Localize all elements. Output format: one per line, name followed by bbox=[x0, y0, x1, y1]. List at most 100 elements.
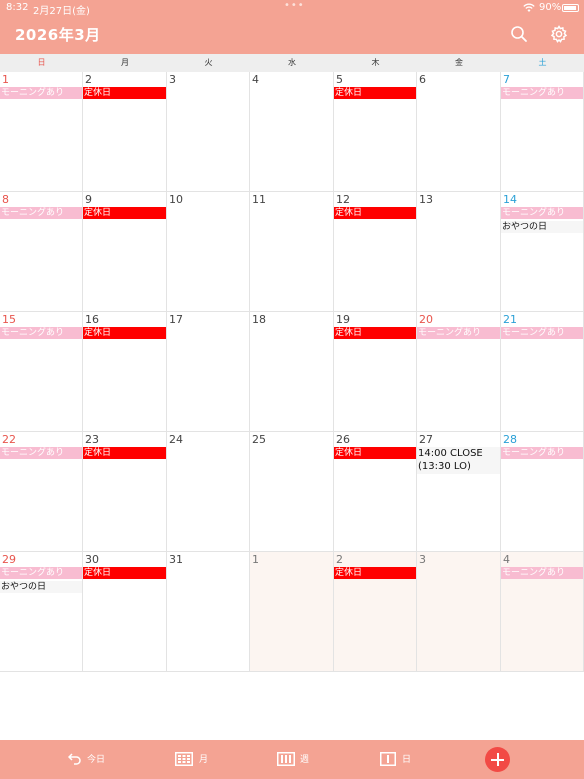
weekday-label: 土 bbox=[538, 58, 547, 67]
day-view-icon bbox=[380, 752, 396, 766]
event-morning[interactable]: モーニングあり bbox=[0, 87, 82, 99]
event-closed-day[interactable]: 定休日 bbox=[334, 87, 416, 99]
event-morning[interactable]: モーニングあり bbox=[501, 567, 583, 579]
event-closed-day[interactable]: 定休日 bbox=[83, 447, 166, 459]
day-number: 16 bbox=[85, 313, 99, 326]
calendar-day-cell[interactable]: 12 定休日 bbox=[334, 192, 417, 312]
event-morning[interactable]: モーニングあり bbox=[501, 447, 583, 459]
calendar-day-cell[interactable]: 2 定休日 bbox=[83, 72, 167, 192]
tab-day[interactable]: 日 bbox=[380, 751, 420, 769]
tab-month[interactable]: 月 bbox=[175, 751, 215, 769]
day-number: 13 bbox=[419, 193, 433, 206]
calendar-day-cell[interactable]: 11 bbox=[250, 192, 334, 312]
event-closed-day[interactable]: 定休日 bbox=[334, 567, 416, 579]
calendar-day-cell[interactable]: 28 モーニングあり bbox=[501, 432, 584, 552]
day-number: 9 bbox=[85, 193, 92, 206]
weekday-label: 火 bbox=[204, 58, 213, 67]
calendar-day-cell[interactable]: 16 定休日 bbox=[83, 312, 167, 432]
calendar-day-cell[interactable]: 21 モーニングあり bbox=[501, 312, 584, 432]
day-number: 15 bbox=[2, 313, 16, 326]
day-number: 2 bbox=[85, 73, 92, 86]
calendar-day-cell[interactable]: 24 bbox=[167, 432, 250, 552]
event-item[interactable]: おやつの日 bbox=[501, 221, 583, 233]
day-number: 14 bbox=[503, 193, 517, 206]
search-icon[interactable] bbox=[509, 24, 529, 44]
calendar-day-cell[interactable]: 20 モーニングあり bbox=[417, 312, 501, 432]
weekday-header: 日月火水木金土 bbox=[0, 54, 584, 72]
event-closed-day[interactable]: 定休日 bbox=[83, 207, 166, 219]
event-item[interactable]: 14:00 CLOSE (13:30 LO) bbox=[417, 447, 500, 474]
event-closed-day[interactable]: 定休日 bbox=[334, 207, 416, 219]
calendar-day-cell[interactable]: 1 bbox=[250, 552, 334, 672]
calendar-day-cell[interactable]: 2 定休日 bbox=[334, 552, 417, 672]
event-morning[interactable]: モーニングあり bbox=[501, 207, 583, 219]
calendar-day-cell[interactable]: 15 モーニングあり bbox=[0, 312, 83, 432]
month-grid-icon bbox=[175, 752, 193, 766]
event-morning[interactable]: モーニングあり bbox=[0, 327, 82, 339]
weekday-label: 水 bbox=[288, 58, 296, 67]
event-closed-day[interactable]: 定休日 bbox=[334, 447, 416, 459]
day-number: 21 bbox=[503, 313, 517, 326]
event-morning[interactable]: モーニングあり bbox=[417, 327, 500, 339]
calendar-day-cell[interactable]: 6 bbox=[417, 72, 501, 192]
calendar-day-cell[interactable]: 17 bbox=[167, 312, 250, 432]
day-number: 7 bbox=[503, 73, 510, 86]
calendar-day-cell[interactable]: 26 定休日 bbox=[334, 432, 417, 552]
month-title[interactable]: 2026年3月 bbox=[15, 24, 101, 45]
day-number: 31 bbox=[169, 553, 183, 566]
tab-today[interactable]: 今日 bbox=[68, 751, 108, 769]
event-morning[interactable]: モーニングあり bbox=[0, 447, 82, 459]
tab-week[interactable]: 週 bbox=[277, 751, 317, 769]
calendar-month-grid: 1 モーニングあり 2 定休日 3 4 5 定休日 6 7 モーニングあり 8 モーニングあり 9 定休日 1… bbox=[0, 72, 584, 672]
event-closed-day[interactable]: 定休日 bbox=[83, 87, 166, 99]
calendar-day-cell[interactable]: 3 bbox=[167, 72, 250, 192]
calendar-day-cell[interactable]: 22 モーニングあり bbox=[0, 432, 83, 552]
event-morning[interactable]: モーニングあり bbox=[501, 327, 583, 339]
calendar-day-cell[interactable]: 3 bbox=[417, 552, 501, 672]
day-number: 25 bbox=[252, 433, 266, 446]
calendar-day-cell[interactable]: 23 定休日 bbox=[83, 432, 167, 552]
add-event-button[interactable] bbox=[485, 747, 510, 772]
gear-icon[interactable] bbox=[549, 24, 569, 44]
calendar-day-cell[interactable]: 4 モーニングあり bbox=[501, 552, 584, 672]
day-number: 5 bbox=[336, 73, 343, 86]
day-number: 24 bbox=[169, 433, 183, 446]
event-closed-day[interactable]: 定休日 bbox=[334, 327, 416, 339]
event-morning[interactable]: モーニングあり bbox=[0, 567, 82, 579]
calendar-day-cell[interactable]: 5 定休日 bbox=[334, 72, 417, 192]
calendar-day-cell[interactable]: 30 定休日 bbox=[83, 552, 167, 672]
calendar-day-cell[interactable]: 8 モーニングあり bbox=[0, 192, 83, 312]
day-number: 18 bbox=[252, 313, 266, 326]
event-closed-day[interactable]: 定休日 bbox=[83, 567, 166, 579]
calendar-day-cell[interactable]: 29 モーニングあり おやつの日 bbox=[0, 552, 83, 672]
week-columns-icon bbox=[277, 752, 295, 766]
calendar-day-cell[interactable]: 4 bbox=[250, 72, 334, 192]
day-number: 3 bbox=[169, 73, 176, 86]
calendar-day-cell[interactable]: 25 bbox=[250, 432, 334, 552]
event-item[interactable]: おやつの日 bbox=[0, 581, 82, 593]
weekday-label: 日 bbox=[37, 58, 46, 67]
calendar-day-cell[interactable]: 9 定休日 bbox=[83, 192, 167, 312]
day-number: 11 bbox=[252, 193, 266, 206]
day-number: 20 bbox=[419, 313, 433, 326]
weekday-label: 金 bbox=[455, 58, 463, 67]
tab-day-label: 日 bbox=[402, 755, 412, 765]
calendar-day-cell[interactable]: 31 bbox=[167, 552, 250, 672]
day-number: 8 bbox=[2, 193, 9, 206]
calendar-day-cell[interactable]: 13 bbox=[417, 192, 501, 312]
day-number: 3 bbox=[419, 553, 426, 566]
multitask-dots-icon[interactable]: ••• bbox=[284, 0, 305, 11]
event-morning[interactable]: モーニングあり bbox=[0, 207, 82, 219]
calendar-day-cell[interactable]: 1 モーニングあり bbox=[0, 72, 83, 192]
day-number: 1 bbox=[2, 73, 9, 86]
calendar-day-cell[interactable]: 7 モーニングあり bbox=[501, 72, 584, 192]
calendar-day-cell[interactable]: 19 定休日 bbox=[334, 312, 417, 432]
event-closed-day[interactable]: 定休日 bbox=[83, 327, 166, 339]
day-number: 4 bbox=[252, 73, 259, 86]
event-morning[interactable]: モーニングあり bbox=[501, 87, 583, 99]
tab-week-label: 週 bbox=[300, 755, 310, 765]
calendar-day-cell[interactable]: 27 14:00 CLOSE (13:30 LO) bbox=[417, 432, 501, 552]
calendar-day-cell[interactable]: 18 bbox=[250, 312, 334, 432]
calendar-day-cell[interactable]: 14 モーニングあり おやつの日 bbox=[501, 192, 584, 312]
calendar-day-cell[interactable]: 10 bbox=[167, 192, 250, 312]
